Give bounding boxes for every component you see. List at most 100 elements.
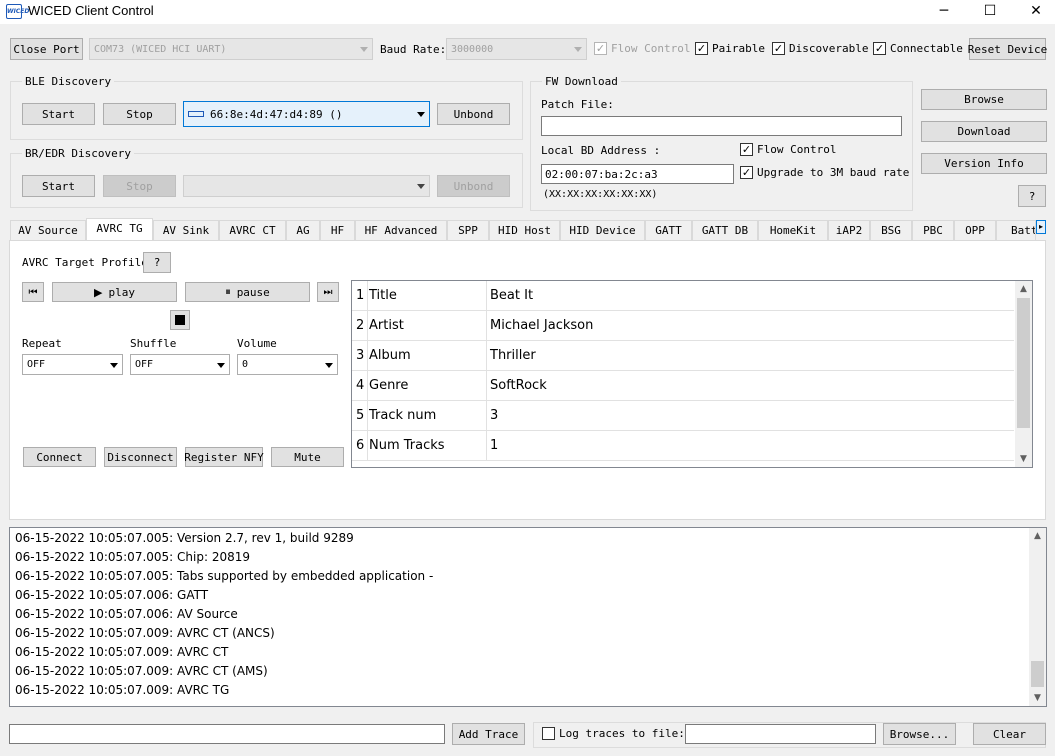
bredr-device-select[interactable] — [183, 175, 430, 197]
log-to-file-checkbox[interactable]: Log traces to file: — [542, 727, 685, 740]
stop-playback-button[interactable] — [170, 310, 190, 330]
discoverable-checkbox[interactable]: ✓ Discoverable — [772, 42, 868, 55]
trace-input[interactable] — [9, 724, 445, 744]
play-button[interactable]: ▶ play — [52, 282, 177, 302]
table-row: 5 Track num 3 — [352, 401, 1014, 431]
ble-discovery-title: BLE Discovery — [22, 75, 115, 88]
tab-av-sink[interactable]: AV Sink — [153, 220, 219, 241]
connectable-checkbox[interactable]: ✓ Connectable — [873, 42, 963, 55]
tab-spp[interactable]: SPP — [447, 220, 489, 241]
bredr-unbond-button[interactable]: Unbond — [437, 175, 510, 197]
tab-opp[interactable]: OPP — [954, 220, 996, 241]
log-scrollbar[interactable]: ▲ ▼ — [1029, 528, 1046, 706]
next-track-button[interactable]: ⏭ — [317, 282, 339, 302]
tab-bsg[interactable]: BSG — [870, 220, 912, 241]
tab-hf[interactable]: HF — [320, 220, 355, 241]
scroll-down-icon[interactable]: ▼ — [1015, 451, 1032, 467]
tab-ag[interactable]: AG — [286, 220, 320, 241]
minimize-button[interactable]: ─ — [921, 0, 967, 24]
disconnect-button[interactable]: Disconnect — [104, 447, 177, 467]
scroll-up-icon[interactable]: ▲ — [1015, 281, 1032, 297]
ble-stop-button[interactable]: Stop — [103, 103, 176, 125]
patch-file-input[interactable] — [541, 116, 902, 136]
shuffle-select[interactable]: OFF — [130, 354, 230, 375]
patch-file-label: Patch File: — [541, 98, 614, 111]
port-select[interactable]: COM73 (WICED HCI UART) — [89, 38, 373, 60]
register-nfy-button[interactable]: Register NFY — [184, 447, 264, 467]
avrc-help-button[interactable]: ? — [143, 252, 171, 273]
bd-address-label: Local BD Address : — [541, 144, 661, 157]
play-icon: ▶ — [94, 285, 103, 299]
ble-start-button[interactable]: Start — [22, 103, 95, 125]
upgrade-baud-checkbox[interactable]: ✓ Upgrade to 3M baud rate — [740, 166, 909, 179]
upgrade-baud-label: Upgrade to 3M baud rate — [757, 166, 910, 179]
tab-scroll-right-icon[interactable]: ▸ — [1036, 220, 1046, 234]
bd-address-input[interactable]: 02:00:07:ba:2c:a3 — [541, 164, 734, 184]
mute-button[interactable]: Mute — [271, 447, 344, 467]
chevron-down-icon — [110, 362, 118, 368]
chevron-down-icon — [417, 184, 425, 189]
add-trace-button[interactable]: Add Trace — [452, 723, 525, 745]
repeat-select[interactable]: OFF — [22, 354, 123, 375]
row-field: Track num — [369, 408, 437, 423]
port-value: COM73 (WICED HCI UART) — [94, 43, 227, 55]
grid-scrollbar[interactable]: ▲ ▼ — [1015, 281, 1032, 467]
trace-log[interactable]: 06-15-2022 10:05:07.005: Version 2.7, re… — [9, 527, 1047, 707]
browse-patch-button[interactable]: Browse — [921, 89, 1047, 110]
version-info-button[interactable]: Version Info — [921, 153, 1047, 174]
log-line: 06-15-2022 10:05:07.009: AVRC CT (ANCS) — [15, 626, 275, 640]
tab-avrc-tg[interactable]: AVRC TG — [86, 218, 153, 241]
tab-batt[interactable]: Batt — [996, 220, 1036, 241]
tab-gatt-db[interactable]: GATT DB — [692, 220, 758, 241]
tab-hid-host[interactable]: HID Host — [489, 220, 560, 241]
connect-button[interactable]: Connect — [23, 447, 96, 467]
close-window-button[interactable]: ✕ — [1013, 0, 1055, 24]
close-port-button[interactable]: Close Port — [10, 38, 83, 60]
scroll-down-icon[interactable]: ▼ — [1029, 690, 1046, 706]
fw-flow-control-label: Flow Control — [757, 143, 837, 156]
log-line: 06-15-2022 10:05:07.005: Chip: 20819 — [15, 550, 250, 564]
tab-hf-advanced[interactable]: HF Advanced — [355, 220, 447, 241]
table-row: 4 Genre SoftRock — [352, 371, 1014, 401]
clear-log-button[interactable]: Clear — [973, 723, 1046, 745]
reset-device-button[interactable]: Reset Device — [968, 38, 1047, 60]
baud-rate-value: 3000000 — [451, 43, 494, 55]
fw-flow-control-checkbox[interactable]: ✓ Flow Control — [740, 143, 836, 156]
baud-rate-select[interactable]: 3000000 — [446, 38, 587, 60]
help-button[interactable]: ? — [1018, 185, 1046, 207]
tab-av-source[interactable]: AV Source — [10, 220, 86, 241]
track-info-grid[interactable]: 1 Title Beat It 2 Artist Michael Jackson 3 Al… — [351, 280, 1033, 468]
pairable-checkbox[interactable]: ✓ Pairable — [695, 42, 765, 55]
tab-iap2[interactable]: iAP2 — [828, 220, 870, 241]
checkmark-icon: ✓ — [695, 42, 708, 55]
bredr-stop-button[interactable]: Stop — [103, 175, 176, 197]
maximize-button[interactable]: ☐ — [967, 0, 1013, 24]
ble-unbond-button[interactable]: Unbond — [437, 103, 510, 125]
previous-track-button[interactable]: ⏮ — [22, 282, 44, 302]
next-track-icon: ⏭ — [323, 286, 333, 298]
volume-value: 0 — [242, 359, 249, 370]
browse-log-file-button[interactable]: Browse... — [883, 723, 956, 745]
tab-hid-device[interactable]: HID Device — [560, 220, 645, 241]
tab-homekit[interactable]: HomeKit — [758, 220, 828, 241]
pause-button[interactable]: ⏸ pause — [185, 282, 310, 302]
table-row: 1 Title Beat It — [352, 281, 1014, 311]
scroll-up-icon[interactable]: ▲ — [1029, 528, 1046, 544]
bredr-start-button[interactable]: Start — [22, 175, 95, 197]
tab-pbc[interactable]: PBC — [912, 220, 954, 241]
scroll-thumb[interactable] — [1031, 661, 1044, 687]
download-button[interactable]: Download — [921, 121, 1047, 142]
tab-avrc-ct[interactable]: AVRC CT — [219, 220, 286, 241]
pause-icon: ⏸ — [225, 285, 231, 298]
flow-control-checkbox[interactable]: ✓ Flow Control — [594, 42, 690, 55]
log-file-path-input[interactable] — [685, 724, 876, 744]
baud-rate-label: Baud Rate: — [380, 43, 447, 56]
ble-device-select[interactable]: 66:8e:4d:47:d4:89 () — [183, 101, 430, 127]
volume-select[interactable]: 0 — [237, 354, 338, 375]
tab-gatt[interactable]: GATT — [645, 220, 692, 241]
ble-device-value: 66:8e:4d:47:d4:89 () — [210, 107, 343, 121]
chevron-down-icon — [360, 47, 368, 52]
scroll-thumb[interactable] — [1017, 298, 1030, 428]
checkbox-empty-icon — [542, 727, 555, 740]
flow-control-label: Flow Control — [611, 42, 691, 55]
